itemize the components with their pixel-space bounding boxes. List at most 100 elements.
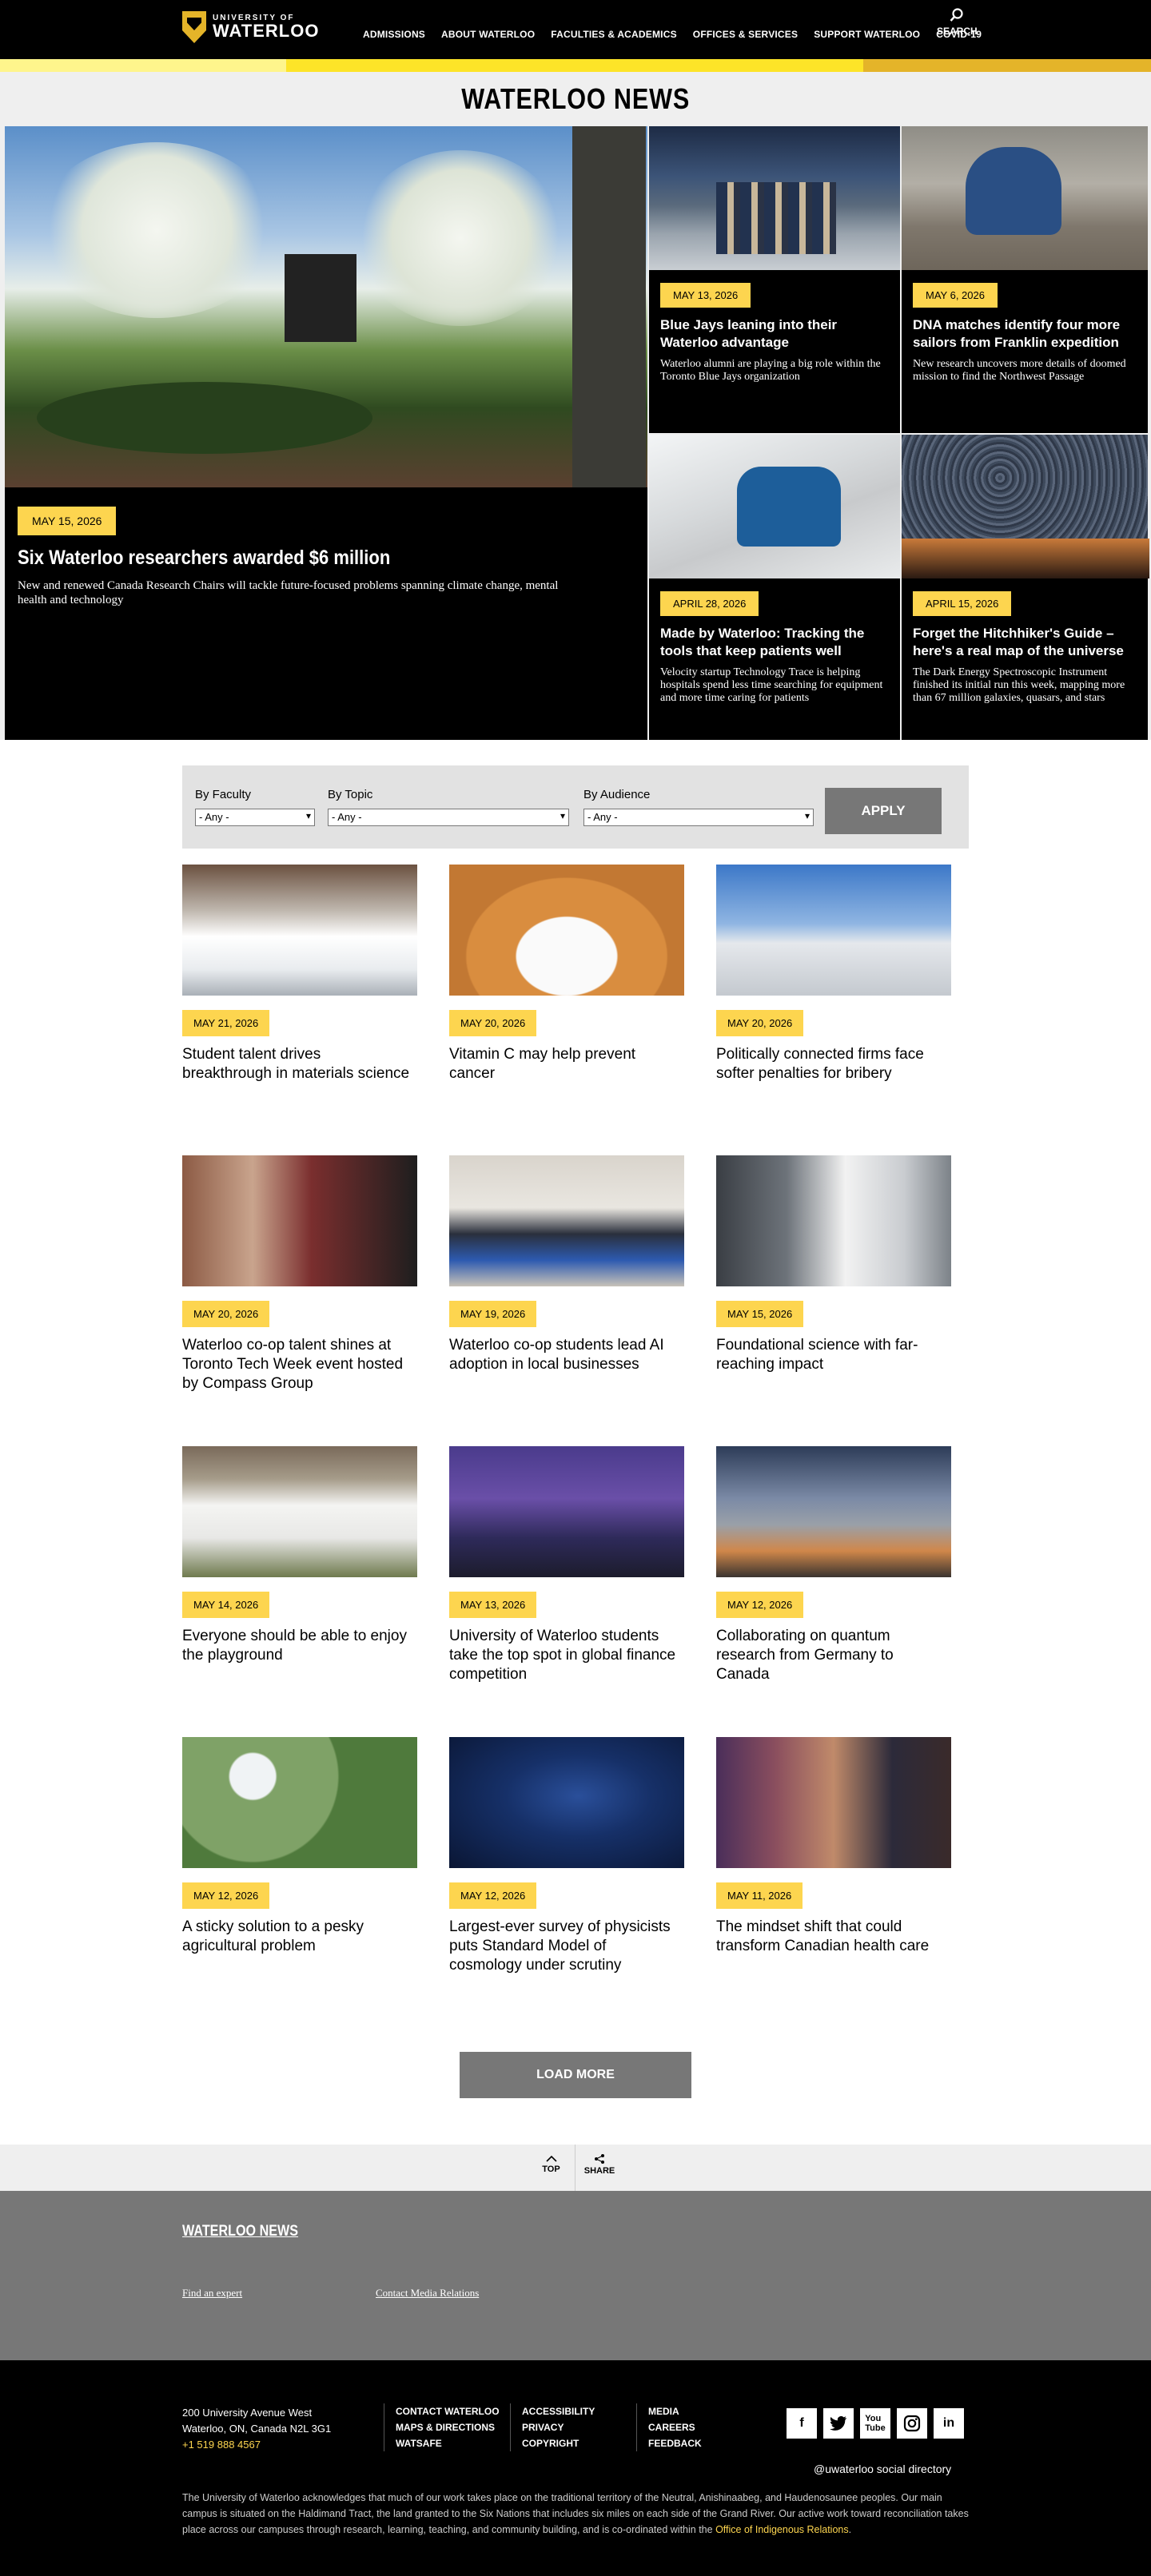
- footer-link[interactable]: PRIVACY: [522, 2419, 595, 2435]
- article-date: MAY 20, 2026: [182, 1301, 270, 1327]
- article-image: [182, 1446, 417, 1577]
- article-card[interactable]: MAY 20, 2026 Waterloo co-op talent shine…: [182, 1155, 417, 1446]
- news-footer-title[interactable]: WATERLOO NEWS: [182, 2223, 298, 2240]
- hero-card-title[interactable]: DNA matches identify four more sailors f…: [913, 316, 1145, 352]
- article-date: MAY 11, 2026: [716, 1882, 803, 1909]
- nav-about-waterloo[interactable]: ABOUT WATERLOO: [441, 29, 535, 40]
- indigenous-relations-link[interactable]: Office of Indigenous Relations: [715, 2524, 849, 2535]
- nav-faculties-academics[interactable]: FACULTIES & ACADEMICS: [551, 29, 677, 40]
- faculty-filter-label: By Faculty: [195, 788, 252, 801]
- footer-link[interactable]: FEEDBACK: [648, 2435, 702, 2451]
- audience-select[interactable]: - Any -: [583, 809, 814, 826]
- page-title: WATERLOO NEWS: [461, 82, 690, 115]
- article-title[interactable]: Collaborating on quantum research from G…: [716, 1627, 948, 1684]
- hero-main-title[interactable]: Six Waterloo researchers awarded $6 mill…: [18, 547, 390, 570]
- topic-filter-label: By Topic: [328, 788, 373, 801]
- footer-link[interactable]: CONTACT WATERLOO: [396, 2403, 500, 2419]
- article-title[interactable]: A sticky solution to a pesky agricultura…: [182, 1918, 414, 1956]
- article-image: [716, 1446, 951, 1577]
- article-card[interactable]: MAY 13, 2026 University of Waterloo stud…: [449, 1446, 684, 1737]
- hero-card-summary: New research uncovers more details of do…: [913, 358, 1126, 383]
- footer-link[interactable]: ACCESSIBILITY: [522, 2403, 595, 2419]
- article-card[interactable]: MAY 20, 2026 Vitamin C may help prevent …: [449, 865, 684, 1155]
- page-title-banner: WATERLOO NEWS: [0, 72, 1151, 126]
- article-title[interactable]: Waterloo co-op students lead AI adoption…: [449, 1336, 681, 1374]
- faculty-select[interactable]: - Any -: [195, 809, 315, 826]
- site-footer: 200 University Avenue West Waterloo, ON,…: [0, 2360, 1151, 2576]
- article-card[interactable]: MAY 21, 2026 Student talent drives break…: [182, 865, 417, 1155]
- article-card[interactable]: MAY 14, 2026 Everyone should be able to …: [182, 1446, 417, 1737]
- linkedin-icon[interactable]: in: [934, 2408, 964, 2439]
- shield-icon: [182, 11, 206, 43]
- contact-media-relations-link[interactable]: Contact Media Relations: [376, 2287, 479, 2300]
- article-image: [716, 1737, 951, 1868]
- hero-card-image: [902, 435, 1149, 578]
- article-card[interactable]: MAY 11, 2026 The mindset shift that coul…: [716, 1737, 951, 2028]
- article-card[interactable]: MAY 12, 2026 A sticky solution to a pesk…: [182, 1737, 417, 2028]
- article-card[interactable]: MAY 12, 2026 Collaborating on quantum re…: [716, 1446, 951, 1737]
- hero-card[interactable]: MAY 13, 2026 Blue Jays leaning into thei…: [647, 126, 900, 433]
- article-title[interactable]: The mindset shift that could transform C…: [716, 1918, 948, 1956]
- article-card[interactable]: MAY 12, 2026 Largest-ever survey of phys…: [449, 1737, 684, 2028]
- hero-card-title[interactable]: Forget the Hitchhiker's Guide – here's a…: [913, 625, 1145, 660]
- article-image: [182, 865, 417, 996]
- article-image: [449, 1446, 684, 1577]
- footer-link[interactable]: CAREERS: [648, 2419, 702, 2435]
- hero-card-title[interactable]: Blue Jays leaning into their Waterloo ad…: [660, 316, 892, 352]
- article-title[interactable]: Vitamin C may help prevent cancer: [449, 1045, 681, 1083]
- share-button[interactable]: SHARE: [576, 2145, 623, 2191]
- youtube-icon[interactable]: You Tube: [860, 2408, 890, 2439]
- utility-bar: TOP SHARE: [0, 2145, 1151, 2191]
- article-date: MAY 21, 2026: [182, 1010, 270, 1036]
- news-footer: WATERLOO NEWS Find an expert Contact Med…: [0, 2191, 1151, 2360]
- nav-offices-services[interactable]: OFFICES & SERVICES: [693, 29, 798, 40]
- hero-card-title[interactable]: Made by Waterloo: Tracking the tools tha…: [660, 625, 892, 660]
- article-title[interactable]: Politically connected firms face softer …: [716, 1045, 948, 1083]
- social-directory-link[interactable]: @uwaterloo social directory: [814, 2463, 951, 2475]
- footer-link[interactable]: WATSAFE: [396, 2435, 500, 2451]
- social-links: f You Tube in: [787, 2408, 964, 2439]
- article-card[interactable]: MAY 20, 2026 Politically connected firms…: [716, 865, 951, 1155]
- footer-link[interactable]: MAPS & DIRECTIONS: [396, 2419, 500, 2435]
- share-icon: [595, 2154, 604, 2164]
- hero-card-image: [902, 126, 1148, 270]
- search-label: SEARCH: [937, 26, 978, 37]
- address-line-1: 200 University Avenue West: [182, 2407, 313, 2419]
- article-title[interactable]: Foundational science with far-reaching i…: [716, 1336, 948, 1374]
- instagram-icon[interactable]: [897, 2408, 927, 2439]
- hero-card[interactable]: MAY 6, 2026 DNA matches identify four mo…: [900, 126, 1148, 433]
- acknowledgement-end: .: [848, 2524, 852, 2535]
- nav-support-waterloo[interactable]: SUPPORT WATERLOO: [814, 29, 920, 40]
- article-date: MAY 13, 2026: [449, 1592, 537, 1618]
- topic-select[interactable]: - Any -: [328, 809, 569, 826]
- footer-link[interactable]: MEDIA: [648, 2403, 702, 2419]
- apply-button[interactable]: APPLY: [825, 788, 942, 834]
- nav-admissions[interactable]: ADMISSIONS: [363, 29, 425, 40]
- footer-links-col-1: CONTACT WATERLOO MAPS & DIRECTIONS WATSA…: [384, 2403, 500, 2451]
- article-title[interactable]: Student talent drives breakthrough in ma…: [182, 1045, 414, 1083]
- university-logo[interactable]: UNIVERSITY OF WATERLOO: [182, 11, 319, 43]
- hero-main-story[interactable]: MAY 15, 2026 Six Waterloo researchers aw…: [5, 126, 647, 740]
- article-title[interactable]: Largest-ever survey of physicists puts S…: [449, 1918, 681, 1975]
- news-filter: By Faculty - Any - By Topic - Any - By A…: [182, 765, 969, 849]
- hero-card-summary: Waterloo alumni are playing a big role w…: [660, 358, 881, 383]
- footer-link[interactable]: COPYRIGHT: [522, 2435, 595, 2451]
- land-acknowledgement: The University of Waterloo acknowledges …: [182, 2490, 969, 2538]
- article-image: [716, 1155, 951, 1286]
- search-button[interactable]: SEARCH: [937, 8, 978, 37]
- twitter-icon[interactable]: [823, 2408, 854, 2439]
- hero-card[interactable]: APRIL 15, 2026 Forget the Hitchhiker's G…: [900, 433, 1149, 740]
- footer-address: 200 University Avenue West Waterloo, ON,…: [182, 2405, 331, 2453]
- phone-link[interactable]: +1 519 888 4567: [182, 2437, 331, 2453]
- load-more-button[interactable]: LOAD MORE: [460, 2052, 691, 2098]
- article-title[interactable]: University of Waterloo students take the…: [449, 1627, 681, 1684]
- facebook-icon[interactable]: f: [787, 2408, 817, 2439]
- find-expert-link[interactable]: Find an expert: [182, 2287, 242, 2300]
- hero-card-date: MAY 6, 2026: [913, 283, 998, 308]
- article-title[interactable]: Waterloo co-op talent shines at Toronto …: [182, 1336, 414, 1393]
- article-card[interactable]: MAY 15, 2026 Foundational science with f…: [716, 1155, 951, 1446]
- back-to-top-button[interactable]: TOP: [528, 2145, 576, 2191]
- hero-card[interactable]: APRIL 28, 2026 Made by Waterloo: Trackin…: [647, 433, 900, 740]
- article-title[interactable]: Everyone should be able to enjoy the pla…: [182, 1627, 414, 1665]
- article-card[interactable]: MAY 19, 2026 Waterloo co-op students lea…: [449, 1155, 684, 1446]
